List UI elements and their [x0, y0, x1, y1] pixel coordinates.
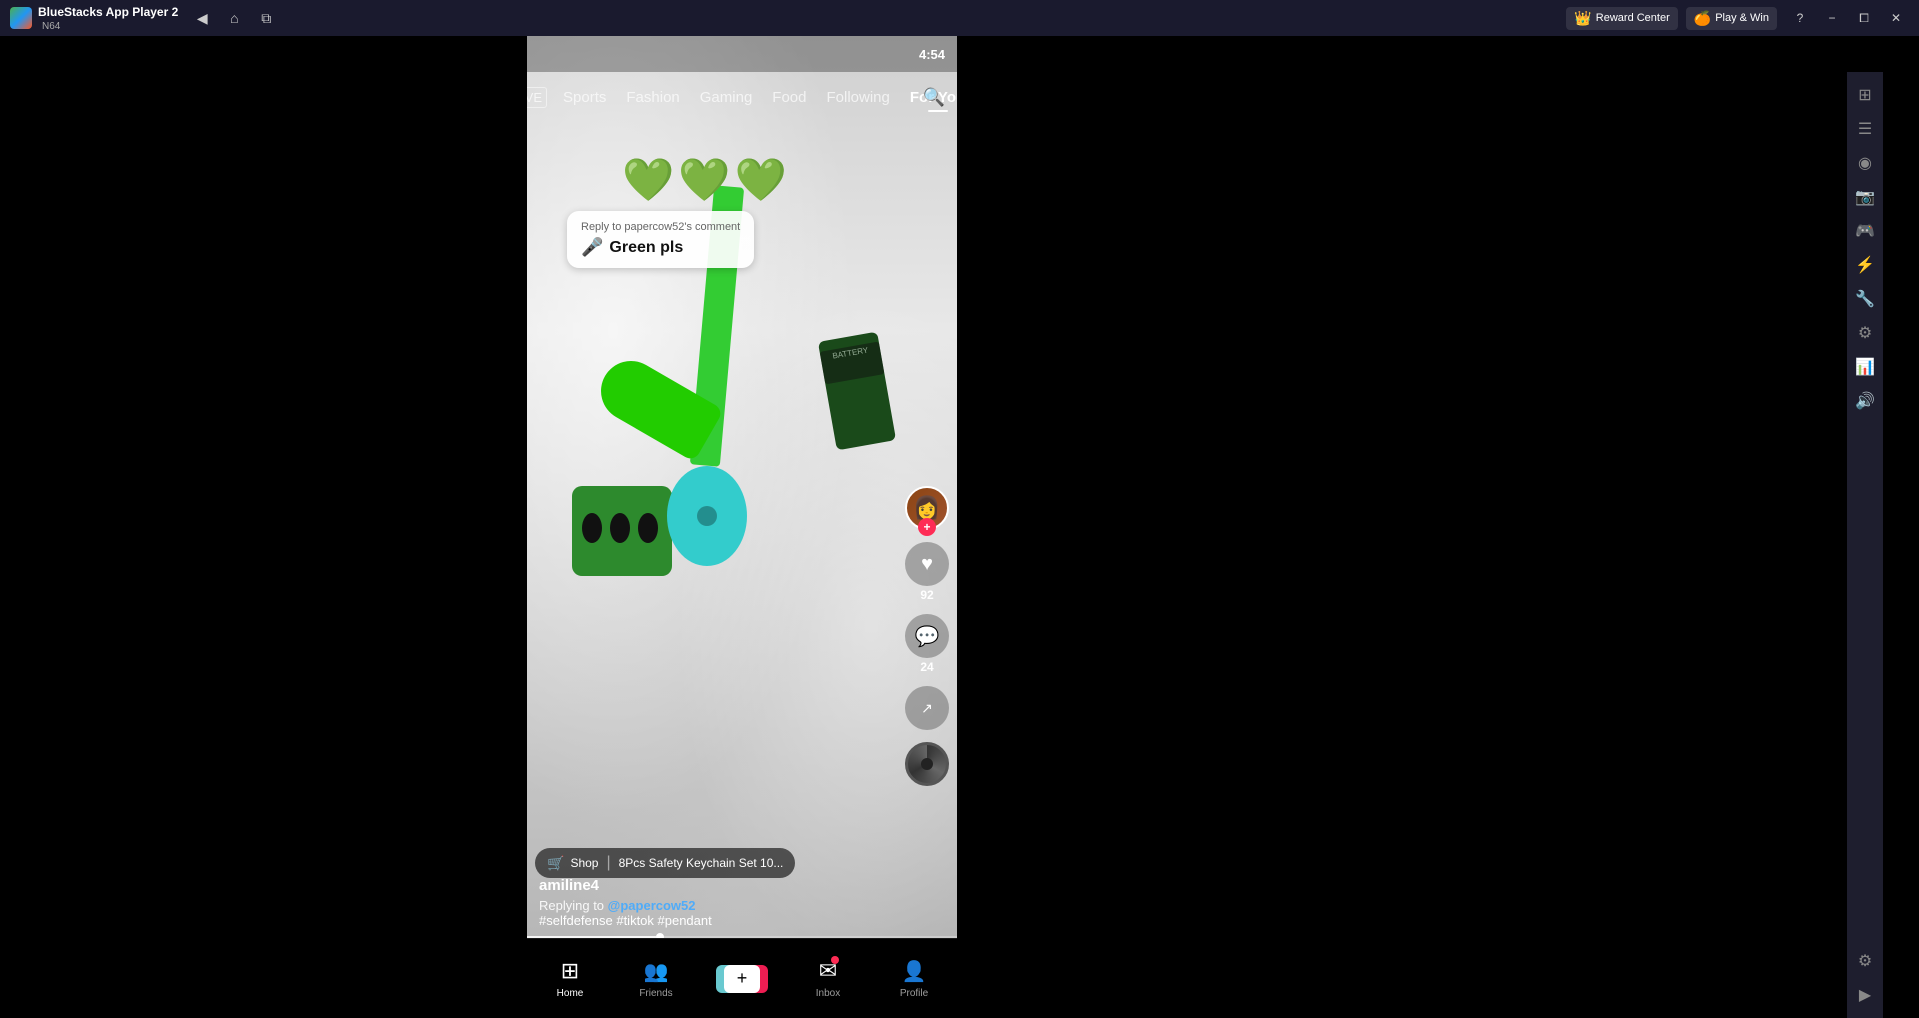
comment-button[interactable]: 💬 24: [905, 614, 949, 674]
app-subtitle: N64: [42, 21, 178, 32]
search-icon[interactable]: 🔍: [923, 87, 945, 108]
help-button[interactable]: ?: [1785, 4, 1815, 32]
music-disc[interactable]: [905, 742, 949, 786]
sidebar-icon-2[interactable]: ☰: [1850, 114, 1880, 144]
sidebar-icon-9[interactable]: 📊: [1850, 352, 1880, 382]
nav-item-fashion[interactable]: Fashion: [616, 81, 689, 114]
nav-item-food[interactable]: Food: [762, 81, 816, 114]
nav-home[interactable]: ⊞ Home: [527, 958, 613, 999]
shop-banner[interactable]: 🛒 Shop | 8Pcs Safety Keychain Set 10...: [535, 848, 795, 878]
nav-item-following[interactable]: Following: [817, 81, 900, 114]
video-username: amiline4: [539, 877, 897, 894]
video-hashtags: #selfdefense #tiktok #pendant: [539, 913, 897, 928]
comment-icon: 💬: [905, 614, 949, 658]
add-icon: +: [724, 965, 760, 993]
action-buttons: 👩 + ♥ 92 💬 24 ↗: [905, 486, 949, 786]
right-sidebar: ⊞ ☰ ◉ 📷 🎮 ⚡ 🔧 ⚙ 📊 🔊 ⚙ ▶: [1847, 72, 1883, 1018]
shop-cart-icon: 🛒: [547, 855, 564, 872]
replying-label: Replying to: [539, 898, 604, 913]
orange-icon: 🍊: [1694, 10, 1711, 27]
reply-user-tag[interactable]: @papercow52: [608, 898, 696, 913]
live-badge[interactable]: LIVE: [527, 87, 547, 108]
sidebar-icon-3[interactable]: ◉: [1850, 148, 1880, 178]
home-button[interactable]: ⌂: [220, 6, 248, 30]
titlebar-nav: ◀ ⌂ ⧉: [188, 6, 280, 30]
reward-center-button[interactable]: 👑 Reward Center: [1566, 7, 1677, 30]
app-name: BlueStacks App Player 2: [38, 5, 178, 19]
sidebar-icon-8[interactable]: ⚙: [1850, 318, 1880, 348]
restore-button[interactable]: ⧠: [1849, 4, 1879, 32]
video-info: amiline4 Replying to @papercow52 #selfde…: [539, 877, 897, 928]
reply-label: Reply to papercow52's comment: [581, 221, 740, 233]
crown-icon: 👑: [1574, 10, 1591, 27]
close-button[interactable]: ✕: [1881, 4, 1911, 32]
add-button[interactable]: +: [720, 965, 764, 993]
window-controls: ? − ⧠ ✕: [1785, 4, 1911, 32]
main-area: ⊞ ☰ ◉ 📷 🎮 ⚡ 🔧 ⚙ 📊 🔊 ⚙ ▶ BATTERY: [0, 36, 1883, 1018]
status-time: 4:54: [919, 47, 945, 62]
comment-avatar: 🎤: [581, 237, 603, 258]
nav-friends[interactable]: 👥 Friends: [613, 959, 699, 999]
profile-button[interactable]: 👩 +: [905, 486, 949, 530]
minimize-button[interactable]: −: [1817, 4, 1847, 32]
nav-inbox[interactable]: ✉ Inbox: [785, 958, 871, 999]
share-button[interactable]: ↗: [905, 686, 949, 730]
video-reply-line: Replying to @papercow52: [539, 898, 897, 913]
comment-bubble: Reply to papercow52's comment 🎤 Green pl…: [567, 211, 754, 268]
friends-label: Friends: [639, 988, 672, 999]
nav-add[interactable]: +: [699, 965, 785, 993]
status-bar: 4:54: [527, 36, 957, 72]
comment-count: 24: [920, 660, 933, 674]
sidebar-icon-settings[interactable]: ⚙: [1850, 946, 1880, 976]
shop-product-name: 8Pcs Safety Keychain Set 10...: [619, 856, 784, 870]
inbox-label: Inbox: [816, 988, 840, 999]
play-win-button[interactable]: 🍊 Play & Win: [1686, 7, 1777, 30]
sidebar-icon-5[interactable]: 🎮: [1850, 216, 1880, 246]
inbox-notification-dot: [831, 956, 839, 964]
home-icon: ⊞: [561, 958, 579, 984]
nav-item-sports[interactable]: Sports: [553, 81, 616, 114]
sidebar-icon-7[interactable]: 🔧: [1850, 284, 1880, 314]
phone-frame: BATTERY 💚💚💚 Reply to papercow52's commen…: [527, 36, 957, 1018]
nav-profile[interactable]: 👤 Profile: [871, 959, 957, 999]
sidebar-icon-expand[interactable]: ▶: [1850, 980, 1880, 1010]
titlebar: BlueStacks App Player 2 N64 ◀ ⌂ ⧉ 👑 Rewa…: [0, 0, 1919, 36]
share-icon: ↗: [905, 686, 949, 730]
shop-label: Shop: [570, 856, 598, 870]
tiktok-nav: LIVE Sports Fashion Gaming Food Followin…: [527, 72, 957, 122]
profile-nav-icon: 👤: [902, 959, 927, 984]
sidebar-icon-1[interactable]: ⊞: [1850, 80, 1880, 110]
follow-button[interactable]: +: [918, 518, 936, 536]
alarm-item: [667, 466, 747, 566]
heart-emojis: 💚💚💚: [622, 156, 791, 205]
sidebar-icon-10[interactable]: 🔊: [1850, 386, 1880, 416]
nav-items: Sports Fashion Gaming Food Following For…: [553, 81, 957, 114]
back-button[interactable]: ◀: [188, 6, 216, 30]
bluestacks-logo: [10, 7, 32, 29]
heart-icon: ♥: [905, 542, 949, 586]
like-button[interactable]: ♥ 92: [905, 542, 949, 602]
friends-icon: 👥: [644, 959, 669, 984]
bottom-nav: ⊞ Home 👥 Friends + ✉ Inbox 👤: [527, 938, 957, 1018]
overview-button[interactable]: ⧉: [252, 6, 280, 30]
comment-text: Green pls: [609, 239, 683, 257]
nav-item-gaming[interactable]: Gaming: [690, 81, 763, 114]
knuckle-item: [572, 486, 672, 576]
comment-user-row: 🎤 Green pls: [581, 237, 740, 258]
sidebar-icon-4[interactable]: 📷: [1850, 182, 1880, 212]
disc-center: [921, 758, 933, 770]
sidebar-icon-6[interactable]: ⚡: [1850, 250, 1880, 280]
home-label: Home: [557, 988, 584, 999]
shop-divider: |: [606, 854, 610, 872]
like-count: 92: [920, 588, 933, 602]
titlebar-right: 👑 Reward Center 🍊 Play & Win ? − ⧠ ✕: [1566, 4, 1919, 32]
profile-label: Profile: [900, 988, 928, 999]
